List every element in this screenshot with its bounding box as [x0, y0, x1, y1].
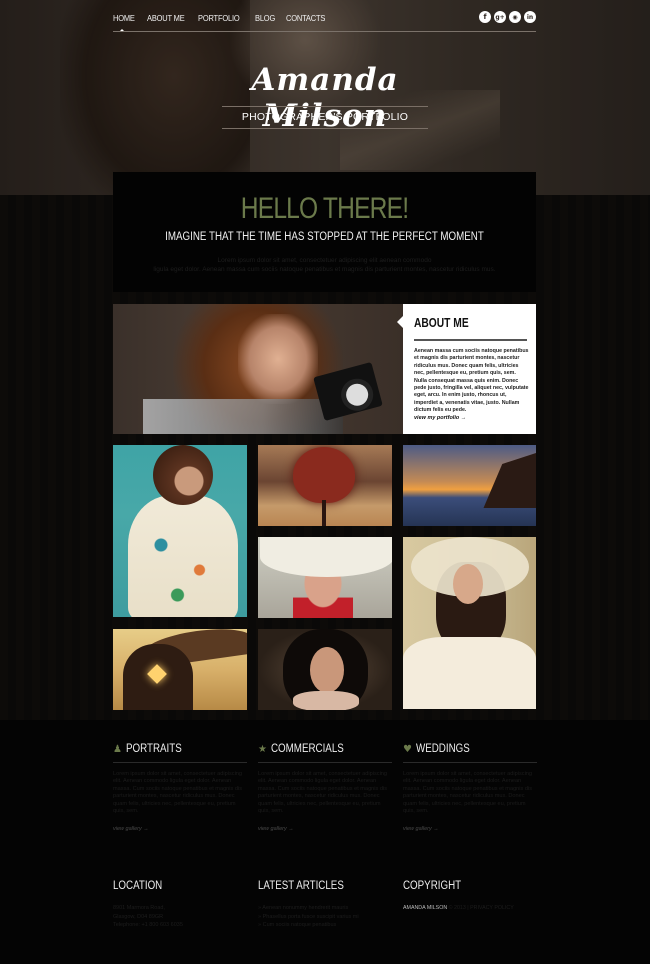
- gallery-item[interactable]: [113, 629, 247, 710]
- about-me-panel: ABOUT ME Aenean massa cum sociis natoque…: [397, 304, 536, 434]
- intro-text: Lorem ipsum dolor sit amet, consectetuer…: [153, 257, 496, 273]
- nav-home[interactable]: HOME: [113, 13, 135, 27]
- view-gallery-link[interactable]: view gallery →: [258, 826, 392, 832]
- footer-title: LOCATION: [113, 880, 163, 892]
- person-icon: ♟: [113, 743, 122, 755]
- view-gallery-link[interactable]: view gallery →: [113, 826, 247, 832]
- gallery-item[interactable]: [113, 445, 247, 617]
- copyright-text: AMANDA MILSON © 2013 | PRIVACY POLICY: [403, 905, 514, 911]
- google-plus-icon[interactable]: g+: [494, 11, 506, 23]
- star-icon: ★: [258, 743, 267, 755]
- site-logo[interactable]: Amanda Milson: [190, 62, 460, 134]
- view-portfolio-link[interactable]: view my portfolio →: [414, 415, 466, 421]
- service-portraits: ♟ PORTRAITS Lorem ipsum dolor sit amet, c…: [113, 743, 247, 832]
- nav-contacts[interactable]: CONTACTS: [286, 13, 325, 27]
- nav-divider: [113, 31, 536, 32]
- service-weddings: ♥ WEDDINGS Lorem ipsum dolor sit amet, co…: [403, 743, 537, 832]
- article-link[interactable]: » Aenean nonummy hendrerit mauris: [258, 904, 392, 913]
- service-title: WEDDINGS: [415, 743, 470, 755]
- article-link[interactable]: » Cum sociis natoque penatibus: [258, 921, 392, 930]
- footer-copyright: COPYRIGHT AMANDA MILSON © 2013 | PRIVACY…: [403, 880, 537, 911]
- gallery-item[interactable]: [258, 629, 392, 710]
- footer-latest-articles: LATEST ARTICLES » Aenean nonummy hendrer…: [258, 880, 392, 930]
- footer-location: LOCATION 8901 Marmora Road, Glasgow, D04…: [113, 880, 247, 930]
- facebook-icon[interactable]: f: [479, 11, 491, 23]
- nav-portfolio[interactable]: PORTFOLIO: [198, 13, 240, 27]
- social-links: f g+ ◉ in: [479, 11, 536, 23]
- service-text: Lorem ipsum dolor sit amet, consectetuer…: [113, 771, 243, 815]
- gallery-item[interactable]: [403, 445, 536, 526]
- heart-icon: ♥: [403, 743, 412, 755]
- featured-photo[interactable]: [113, 304, 403, 434]
- privacy-policy-link[interactable]: © 2013 | PRIVACY POLICY: [447, 905, 514, 911]
- service-text: Lorem ipsum dolor sit amet, consectetuer…: [403, 771, 533, 815]
- service-commercials: ★ COMMERCIALS Lorem ipsum dolor sit amet,…: [258, 743, 392, 832]
- linkedin-icon[interactable]: in: [524, 11, 536, 23]
- nav-about-me[interactable]: ABOUT ME: [147, 13, 185, 27]
- footer-title: LATEST ARTICLES: [258, 880, 344, 892]
- service-text: Lorem ipsum dolor sit amet, consectetuer…: [258, 771, 388, 815]
- logo-divider-bottom: [222, 128, 428, 129]
- intro-box: HELLO THERE! IMAGINE THAT THE TIME HAS S…: [113, 172, 536, 292]
- intro-subtitle: IMAGINE THAT THE TIME HAS STOPPED AT THE…: [165, 231, 484, 243]
- service-title: COMMERCIALS: [270, 743, 344, 755]
- gallery-item[interactable]: [258, 537, 392, 618]
- about-text: Aenean massa cum sociis natoque penatibu…: [414, 348, 529, 414]
- site-tagline: PHOTOGRAPHER'S PORTFOLIO: [241, 111, 409, 123]
- about-divider: [414, 339, 527, 341]
- view-gallery-link[interactable]: view gallery →: [403, 826, 537, 832]
- nav-blog[interactable]: BLOG: [255, 13, 275, 27]
- service-title: PORTRAITS: [125, 743, 182, 755]
- gallery-item[interactable]: [258, 445, 392, 526]
- intro-title: HELLO THERE!: [240, 192, 409, 225]
- rss-icon[interactable]: ◉: [509, 11, 521, 23]
- logo-divider-top: [222, 106, 428, 107]
- about-title: ABOUT ME: [414, 316, 469, 330]
- main-nav: HOME ABOUT ME PORTFOLIO BLOG CONTACTS: [113, 13, 331, 27]
- gallery-item[interactable]: [403, 537, 536, 709]
- article-link[interactable]: » Phasellus porta fusce suscipit varius …: [258, 913, 392, 922]
- footer-title: COPYRIGHT: [403, 880, 462, 892]
